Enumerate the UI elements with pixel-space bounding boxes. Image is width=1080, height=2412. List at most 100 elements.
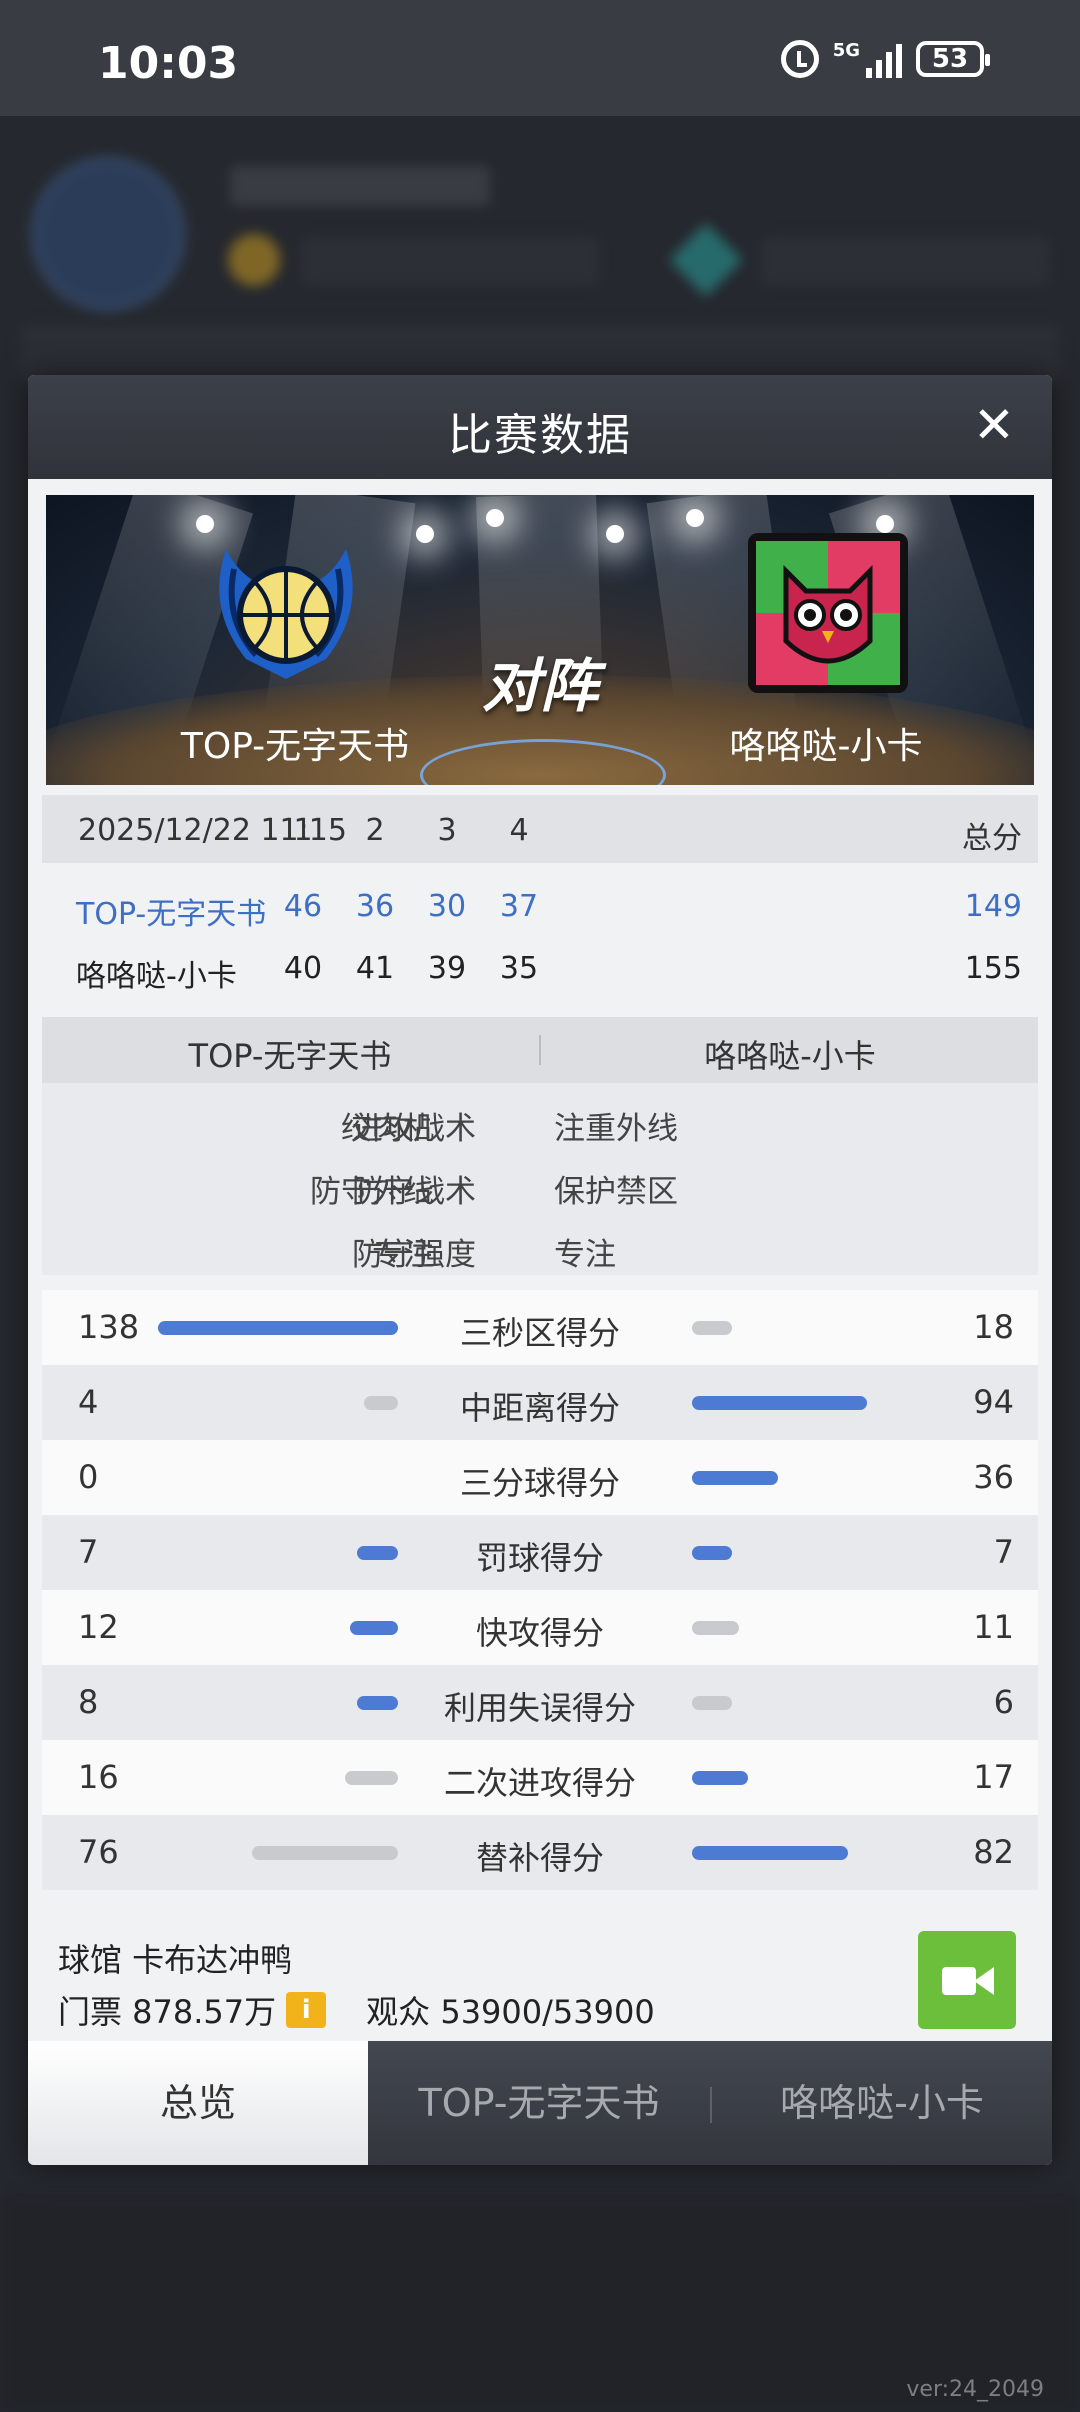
home-q3-score: 30 (427, 889, 467, 924)
tactic-label-intensity: 防守强度 (352, 1237, 476, 1273)
stat-home-bar (350, 1621, 398, 1635)
stat-home-value: 4 (78, 1383, 99, 1421)
stat-row: 7 罚球得分 7 (42, 1515, 1038, 1590)
stat-home-value: 8 (78, 1683, 99, 1721)
stat-away-value: 36 (973, 1458, 1014, 1496)
stat-away-value: 18 (973, 1308, 1014, 1346)
stat-home-bar (357, 1546, 398, 1560)
stat-row: 138 三秒区得分 18 (42, 1290, 1038, 1365)
stat-row: 4 中距离得分 94 (42, 1365, 1038, 1440)
stat-away-bar (692, 1471, 778, 1485)
stat-label: 三秒区得分 (459, 1314, 620, 1352)
home-score-name: TOP-无字天书 (76, 897, 267, 932)
home-team-name: TOP-无字天书 (180, 726, 410, 767)
blurred-coin-icon (228, 234, 280, 286)
stat-home-bar (357, 1696, 398, 1710)
stat-away-bar (692, 1846, 848, 1860)
stat-row: 8 利用失误得分 6 (42, 1665, 1038, 1740)
blurred-gem-icon (669, 223, 743, 297)
blurred-name (230, 166, 490, 206)
video-camera-icon (942, 1967, 976, 1995)
away-total-score: 155 (964, 951, 1022, 986)
status-bar: 10:03 5G 53 (0, 0, 1080, 116)
match-data-dialog: 比赛数据 ✕ 对阵 TOP-无字天书 咯咯哒-小卡 2025/12/22 11:… (28, 375, 1052, 2165)
stat-label: 罚球得分 (475, 1539, 604, 1577)
quarter-header: 3 (437, 813, 457, 848)
stat-label: 替补得分 (475, 1839, 604, 1877)
total-header: 总分 (962, 821, 1022, 856)
stat-away-value: 11 (973, 1608, 1014, 1646)
home-total-score: 149 (964, 889, 1022, 924)
away-defense-tactic: 保护禁区 (554, 1174, 678, 1210)
tactics-header: TOP-无字天书 咯咯哒-小卡 (42, 1017, 1038, 1083)
home-score-row: TOP-无字天书 46 36 30 37 149 (42, 875, 1038, 937)
stat-away-bar (692, 1771, 748, 1785)
home-q2-score: 36 (355, 889, 395, 924)
stat-home-value: 0 (78, 1458, 99, 1496)
stat-away-value: 6 (993, 1683, 1014, 1721)
stat-home-value: 138 (78, 1308, 140, 1346)
stat-away-bar (692, 1546, 732, 1560)
quarter-header: 1 (293, 813, 313, 848)
stat-home-value: 76 (78, 1833, 119, 1871)
score-table-header: 2025/12/22 11:15 1 2 3 4 总分 (42, 795, 1038, 863)
stat-home-value: 12 (78, 1608, 119, 1646)
close-button[interactable]: ✕ (966, 397, 1022, 453)
stat-home-bar (345, 1771, 398, 1785)
tactics-away-team: 咯咯哒-小卡 (704, 1037, 876, 1075)
tab-bar: 总览 TOP-无字天书 咯咯哒-小卡 (28, 2041, 1052, 2165)
stat-home-value: 16 (78, 1758, 119, 1796)
stat-label: 利用失误得分 (443, 1689, 636, 1727)
stat-label: 快攻得分 (475, 1614, 604, 1652)
blurred-coin-pill (300, 236, 600, 286)
vs-label: 对阵 (481, 652, 598, 720)
stat-away-value: 17 (973, 1758, 1014, 1796)
alarm-icon (780, 40, 819, 78)
venue-label: 球馆 卡布达冲鸭 (58, 1941, 293, 1979)
divider (539, 1035, 541, 1065)
tab-overview[interactable]: 总览 (28, 2041, 368, 2165)
home-q4-score: 37 (499, 889, 539, 924)
stat-away-bar (692, 1321, 732, 1335)
tactics-home-team: TOP-无字天书 (188, 1037, 392, 1075)
dialog-header: 比赛数据 ✕ (28, 375, 1052, 479)
stat-away-bar (692, 1696, 732, 1710)
stat-home-value: 7 (78, 1533, 99, 1571)
stat-home-bar (364, 1396, 398, 1410)
dialog-title: 比赛数据 (448, 410, 632, 461)
tab-away-team[interactable]: 咯咯哒-小卡 (712, 2041, 1052, 2165)
stat-label: 中距离得分 (459, 1389, 620, 1427)
away-q2-score: 41 (355, 951, 395, 986)
stat-away-value: 7 (993, 1533, 1014, 1571)
stat-home-bar (158, 1321, 398, 1335)
away-q4-score: 35 (499, 951, 539, 986)
stat-away-bar (692, 1621, 739, 1635)
version-label: ver:24_2049 (906, 2377, 1044, 2402)
audience-count: 观众 53900/53900 (366, 1993, 655, 2031)
battery-icon: 53 (916, 41, 990, 77)
away-score-name: 咯咯哒-小卡 (76, 959, 237, 994)
info-icon[interactable]: i (286, 1992, 327, 2028)
away-offense-tactic: 注重外线 (554, 1111, 678, 1147)
ticket-row: 门票 878.57万 i 观众 53900/53900 (58, 1987, 655, 2033)
status-time: 10:03 (98, 38, 239, 89)
stat-label: 二次进攻得分 (443, 1764, 636, 1802)
matchup-banner: 对阵 TOP-无字天书 咯咯哒-小卡 (46, 495, 1034, 785)
video-replay-button[interactable] (918, 1931, 1016, 2029)
status-icons: 5G 53 (780, 40, 990, 78)
stat-row: 0 三分球得分 36 (42, 1440, 1038, 1515)
away-team-name: 咯咯哒-小卡 (729, 726, 923, 767)
stat-row: 16 二次进攻得分 17 (42, 1740, 1038, 1815)
tab-home-team[interactable]: TOP-无字天书 (368, 2041, 710, 2165)
away-defense-intensity: 专注 (554, 1237, 616, 1273)
away-q1-score: 40 (283, 951, 323, 986)
tactic-label-offense: 进攻战术 (352, 1111, 476, 1147)
stat-home-bar (252, 1846, 398, 1860)
away-q3-score: 39 (427, 951, 467, 986)
tactic-label-defense: 防守战术 (352, 1174, 476, 1210)
ticket-revenue: 门票 878.57万 (58, 1993, 277, 2031)
blurred-avatar (30, 156, 186, 312)
home-q1-score: 46 (283, 889, 323, 924)
network-type: 5G (832, 40, 860, 61)
quarter-header: 2 (365, 813, 385, 848)
